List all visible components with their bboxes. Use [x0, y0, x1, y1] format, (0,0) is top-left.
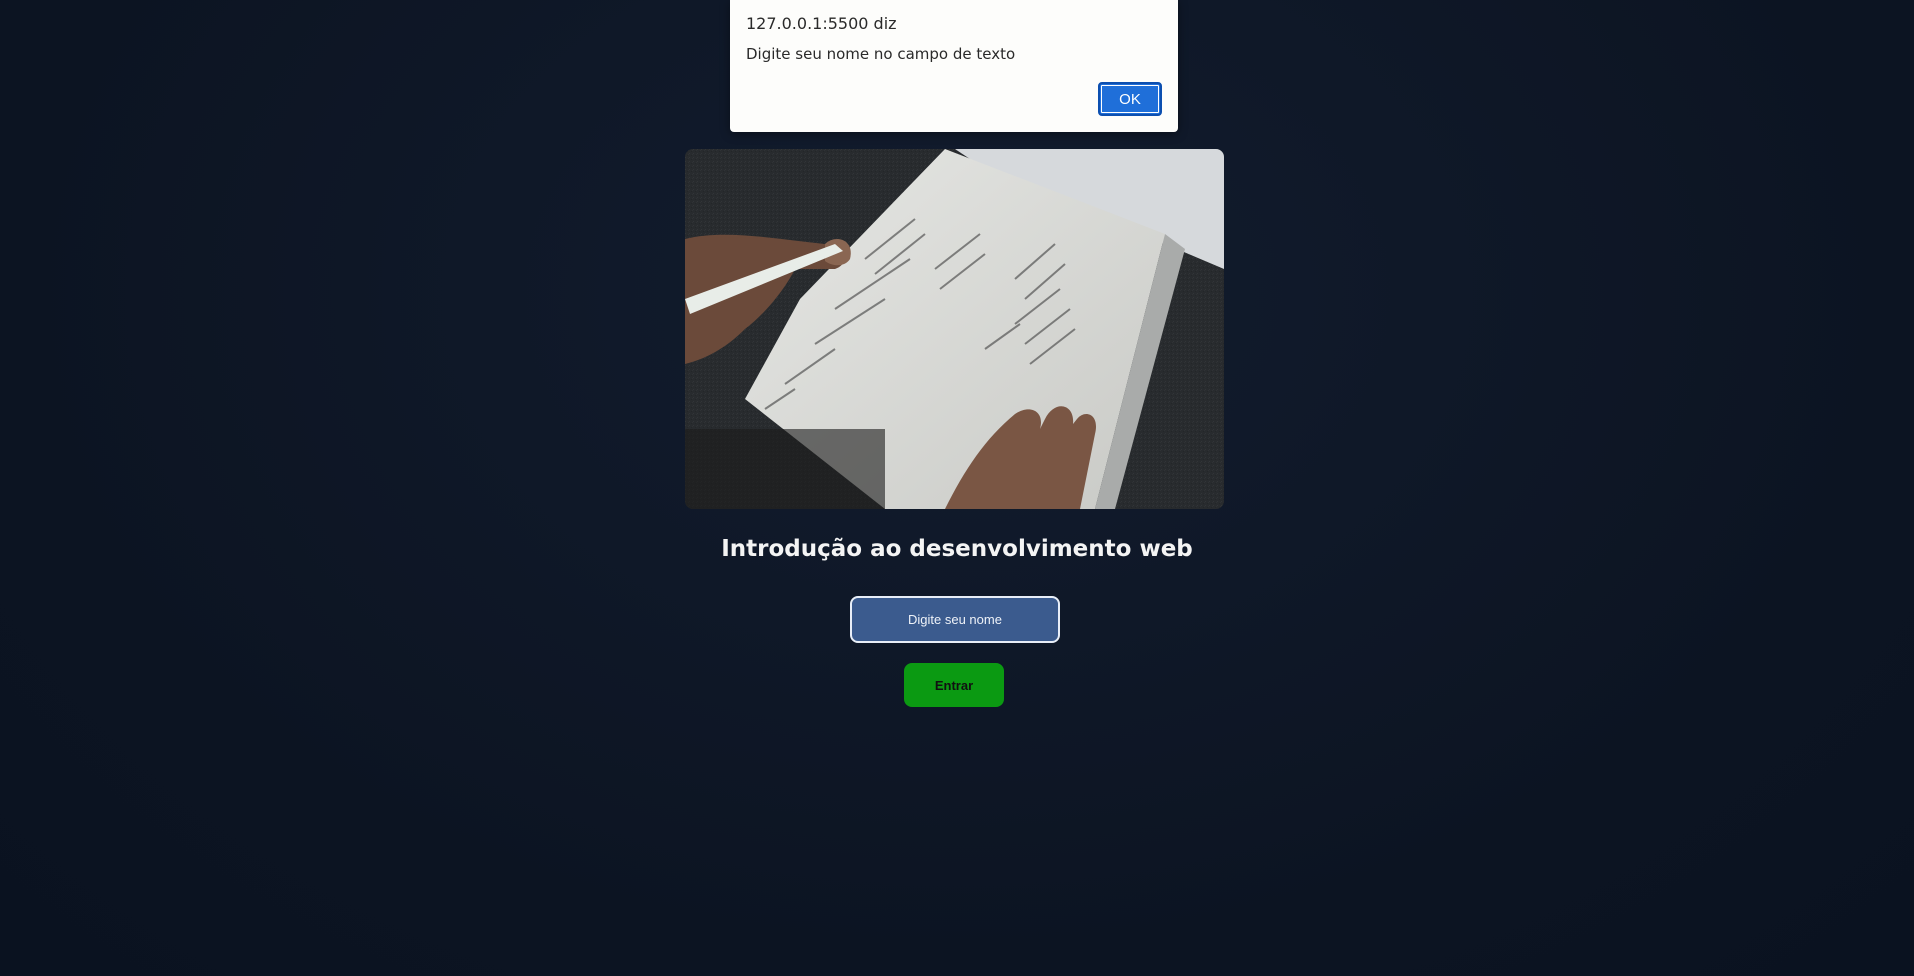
hero-image	[685, 149, 1224, 509]
page: 127.0.0.1:5500 diz Digite seu nome no ca…	[0, 0, 1914, 976]
page-title: Introdução ao desenvolvimento web	[721, 536, 1193, 562]
alert-message: Digite seu nome no campo de texto	[746, 45, 1016, 63]
alert-origin: 127.0.0.1:5500 diz	[746, 14, 897, 33]
enter-button[interactable]: Entrar	[904, 663, 1004, 707]
journal-photo-icon	[685, 149, 1224, 509]
alert-dialog: 127.0.0.1:5500 diz Digite seu nome no ca…	[730, 0, 1178, 132]
alert-ok-button[interactable]: OK	[1098, 82, 1162, 116]
name-input[interactable]	[850, 596, 1060, 643]
